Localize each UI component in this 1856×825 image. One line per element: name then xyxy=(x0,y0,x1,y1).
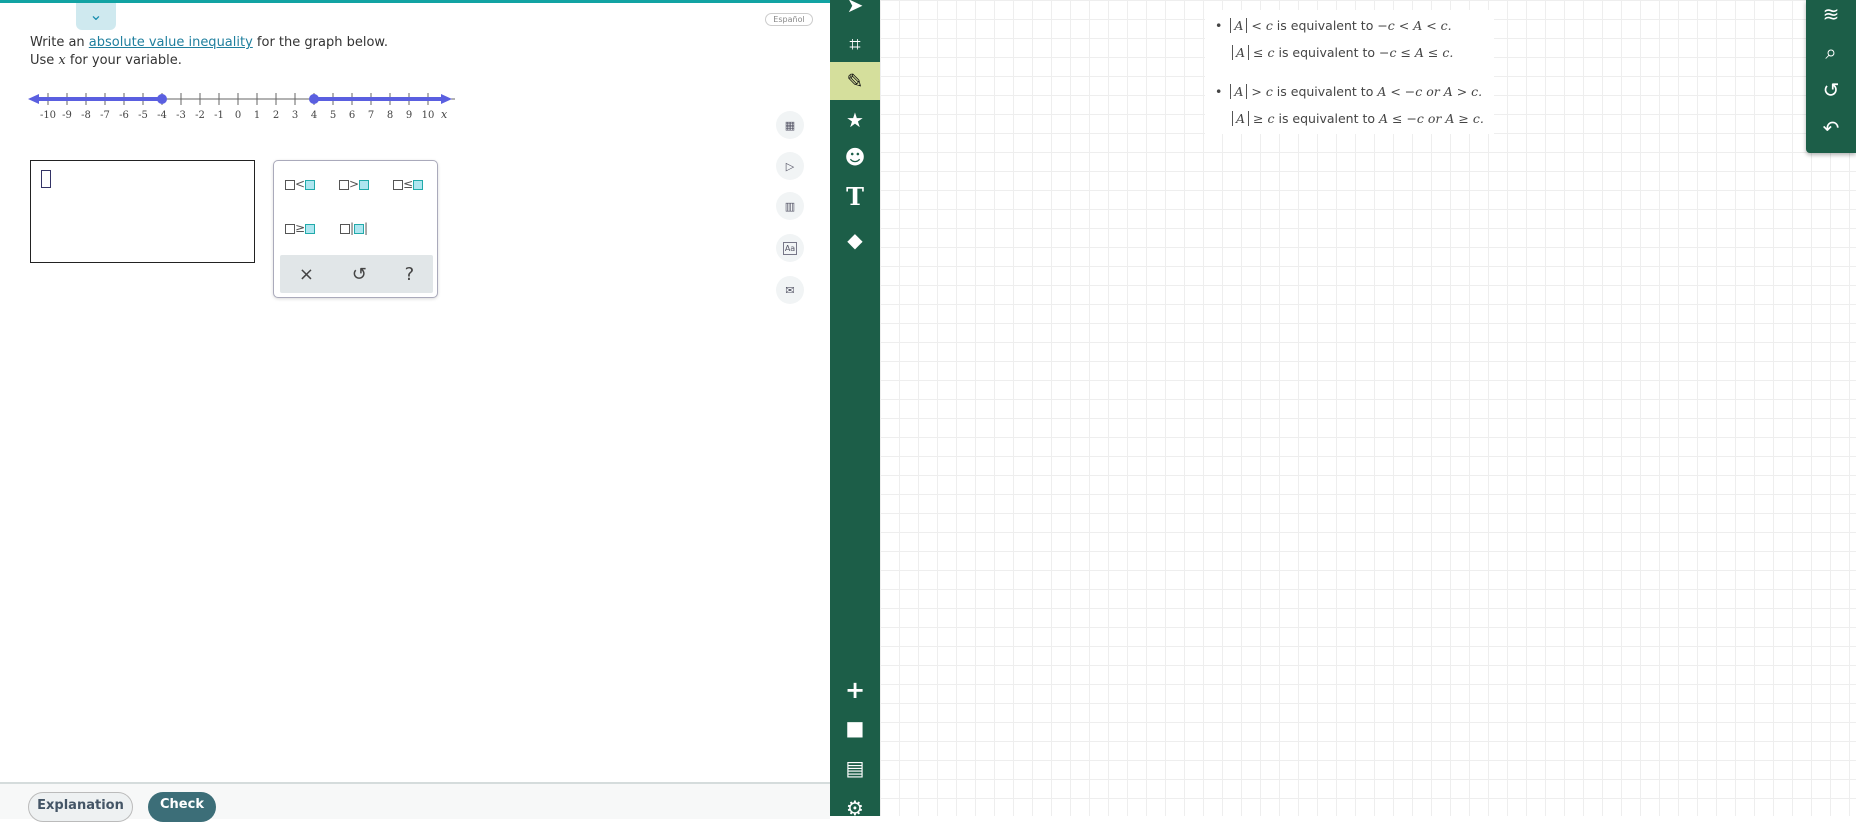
tick-label: 1 xyxy=(254,110,260,121)
tick-label: -9 xyxy=(62,110,72,121)
absolute-value-rules: • A < c is equivalent to −c < A < c. A ≤… xyxy=(1205,10,1494,134)
folder-icon[interactable]: ■ xyxy=(830,711,880,745)
text-tool-icon[interactable]: T xyxy=(830,180,880,214)
question-panel: ⌄ Write an absolute value inequality for… xyxy=(0,0,830,822)
tick-label: 6 xyxy=(349,110,355,121)
save-icon[interactable]: ▤ xyxy=(830,751,880,785)
undo-icon[interactable]: ↶ xyxy=(1806,110,1856,147)
language-toggle[interactable]: Español xyxy=(765,13,813,26)
variable: x xyxy=(58,53,66,68)
tick-label: 0 xyxy=(235,110,241,121)
prompt-text: Write an xyxy=(30,35,89,50)
search-icon[interactable]: ⌕ xyxy=(1806,34,1856,71)
tick-label: -3 xyxy=(176,110,186,121)
tick-label: -7 xyxy=(100,110,110,121)
pointer-icon[interactable]: ➤ xyxy=(830,0,880,22)
tick-label: 4 xyxy=(311,110,317,121)
less-than-key[interactable]: < xyxy=(278,177,322,191)
tick-label: -8 xyxy=(81,110,91,121)
rule-row: • A > c is equivalent to A < −c or A > c… xyxy=(1215,84,1483,99)
axis-label: x xyxy=(441,108,448,121)
pencil-icon[interactable]: ✎ xyxy=(830,62,880,100)
keypad-actions: × ↺ ? xyxy=(280,255,433,293)
tick-label: 2 xyxy=(273,110,279,121)
absolute-value-key[interactable]: | | xyxy=(332,221,376,235)
greater-than-key[interactable]: > xyxy=(332,177,376,191)
chevron-down-icon: ⌄ xyxy=(89,5,103,24)
textbook-icon[interactable]: ▥ xyxy=(776,192,804,220)
tick-label: 3 xyxy=(292,110,298,121)
check-button[interactable]: Check xyxy=(148,792,216,822)
prompt-text: for the graph below. xyxy=(252,35,388,50)
video-icon[interactable]: ▷ xyxy=(776,152,804,180)
clear-button[interactable]: × xyxy=(299,264,314,285)
prompt-text: Use xyxy=(30,53,59,68)
number-line: -10 -9 -8 -7 -6 -5 -4 -3 -2 -1 0 1 2 3 4 5 6 7 8 9 10 x xyxy=(28,93,455,121)
tick-label: -10 xyxy=(40,110,56,121)
less-equal-key[interactable]: ≤ xyxy=(386,177,430,191)
collapse-button[interactable]: ⌄ xyxy=(76,3,116,30)
calculator-icon[interactable]: ▦ xyxy=(776,111,804,139)
undo-button[interactable]: ↺ xyxy=(352,264,367,285)
tick-label: -5 xyxy=(138,110,148,121)
drawing-toolbar: ➤ ⌗ ✎ ★ ☻ T ◆ + ■ ▤ ⚙ xyxy=(830,0,880,820)
prompt-text: for your variable. xyxy=(65,53,182,68)
rule-row: A ≥ c is equivalent to A ≤ −c or A ≥ c. xyxy=(1215,105,1484,132)
rule-row: A ≤ c is equivalent to −c ≤ A ≤ c. xyxy=(1215,39,1484,66)
absolute-value-inequality-link[interactable]: absolute value inequality xyxy=(89,35,253,50)
message-icon[interactable]: ✉ xyxy=(776,276,804,304)
glossary-icon[interactable]: Aa xyxy=(776,234,804,262)
plus-icon[interactable]: + xyxy=(830,673,880,707)
footer-bar: Explanation Check xyxy=(0,782,830,822)
history-icon[interactable]: ↺ xyxy=(1806,72,1856,109)
tick-label: 5 xyxy=(330,110,336,121)
right-toolbar: ≋ ⌕ ↺ ↶ xyxy=(1806,0,1856,153)
tick-label: 7 xyxy=(368,110,374,121)
question-prompt: Write an absolute value inequality for t… xyxy=(30,34,388,70)
settings-icon[interactable]: ⚙ xyxy=(830,791,880,825)
tick-label: -4 xyxy=(157,110,167,121)
emoji-icon[interactable]: ☻ xyxy=(830,140,880,174)
layers-icon[interactable]: ≋ xyxy=(1806,0,1856,33)
tick-label: -1 xyxy=(214,110,224,121)
tick-label: 9 xyxy=(406,110,412,121)
crop-icon[interactable]: ⌗ xyxy=(830,27,880,61)
left-arrow xyxy=(28,94,39,104)
tick-label: -2 xyxy=(195,110,205,121)
tick-label: -6 xyxy=(119,110,129,121)
answer-input[interactable] xyxy=(30,160,255,263)
help-button[interactable]: ? xyxy=(405,264,415,285)
math-keypad: < > ≤ ≥ | | × ↺ ? xyxy=(273,160,438,298)
tick-label: 8 xyxy=(387,110,393,121)
tick-label: 10 xyxy=(422,110,435,121)
greater-equal-key[interactable]: ≥ xyxy=(278,221,322,235)
rule-row: • A < c is equivalent to −c < A < c. xyxy=(1215,18,1452,33)
right-arrow xyxy=(441,94,452,104)
star-icon[interactable]: ★ xyxy=(830,103,880,137)
explanation-button[interactable]: Explanation xyxy=(28,792,133,822)
closed-point xyxy=(309,94,319,104)
closed-point xyxy=(157,94,167,104)
text-cursor xyxy=(41,170,51,188)
paint-bucket-icon[interactable]: ◆ xyxy=(830,223,880,257)
